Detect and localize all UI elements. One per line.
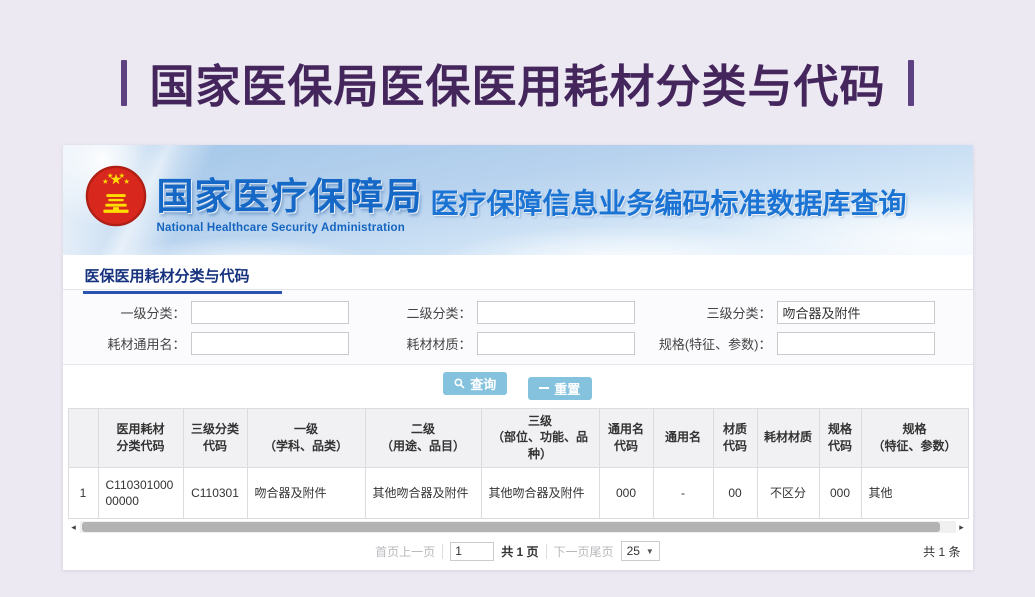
- cell-material-code: 00: [713, 467, 757, 518]
- scroll-left-icon[interactable]: ◂: [68, 521, 80, 533]
- form-button-row: 查询 重置: [63, 365, 973, 408]
- page-title-block: 国家医保局医保医用耗材分类与代码: [0, 0, 1035, 115]
- col-level3-code: 三级分类 代码: [183, 408, 247, 467]
- total-records-label: 共 1 条: [923, 543, 960, 560]
- col-level1: 一级 （学科、品类）: [247, 408, 365, 467]
- level1-category-input[interactable]: [191, 301, 349, 324]
- cell-row-number: 1: [68, 467, 98, 518]
- scrollbar-thumb[interactable]: [82, 522, 940, 532]
- col-material: 耗材材质: [757, 408, 819, 467]
- org-name-en: National Healthcare Security Administrat…: [157, 222, 423, 234]
- cell-spec: 其他: [861, 467, 968, 518]
- col-level3: 三级 （部位、功能、品种）: [481, 408, 599, 467]
- cell-material: 不区分: [757, 467, 819, 518]
- title-decorative-bar-left: [121, 60, 127, 106]
- col-spec-code: 规格 代码: [819, 408, 861, 467]
- page-title: 国家医保局医保医用耗材分类与代码: [149, 50, 885, 115]
- col-level2: 二级 （用途、品目）: [365, 408, 481, 467]
- last-page-link[interactable]: 尾页: [590, 543, 614, 560]
- level1-category-label: 一级分类：: [120, 303, 185, 322]
- page: 国家医保局医保医用耗材分类与代码: [0, 0, 1035, 570]
- search-form: 一级分类： 二级分类： 三级分类： 耗材通用名： 耗材材质：: [63, 290, 973, 365]
- pagination-bar: 首页 上一页 共 1 页 下一页 尾页 25 ▼ 共 1 条: [63, 534, 973, 570]
- national-emblem-icon: [85, 165, 147, 227]
- first-page-link[interactable]: 首页: [375, 543, 399, 560]
- tab-bar: 医保医用耗材分类与代码: [63, 255, 973, 290]
- site-header-banner: 国家医疗保障局 National Healthcare Security Adm…: [63, 145, 973, 255]
- cell-level2: 其他吻合器及附件: [365, 467, 481, 518]
- search-icon: [454, 378, 465, 389]
- specification-label: 规格(特征、参数)：: [659, 334, 772, 353]
- col-material-code: 材质 代码: [713, 408, 757, 467]
- col-spec: 规格 （特征、参数）: [861, 408, 968, 467]
- results-table: 医用耗材 分类代码 三级分类 代码 一级 （学科、品类） 二级 （用途、品目） …: [68, 408, 969, 520]
- page-size-select[interactable]: 25 ▼: [621, 541, 660, 561]
- col-common-name: 通用名: [653, 408, 713, 467]
- cell-level3: 其他吻合器及附件: [481, 467, 599, 518]
- level2-category-label: 二级分类：: [406, 303, 471, 322]
- main-panel: 国家医疗保障局 National Healthcare Security Adm…: [63, 145, 973, 570]
- col-consumable-code: 医用耗材 分类代码: [98, 408, 183, 467]
- query-button[interactable]: 查询: [443, 372, 507, 395]
- minus-icon: [539, 387, 549, 389]
- common-name-label: 耗材通用名：: [107, 334, 185, 353]
- material-label: 耗材材质：: [406, 334, 471, 353]
- field-level2-category: 二级分类：: [355, 301, 635, 324]
- specification-input[interactable]: [777, 332, 935, 355]
- page-size-value: 25: [627, 544, 640, 558]
- results-table-zone: 医用耗材 分类代码 三级分类 代码 一级 （学科、品类） 二级 （用途、品目） …: [68, 408, 968, 520]
- page-number-input[interactable]: [450, 542, 494, 561]
- reset-button-label: 重置: [554, 379, 580, 398]
- col-common-name-code: 通用名 代码: [599, 408, 653, 467]
- field-level1-category: 一级分类：: [69, 301, 349, 324]
- cell-common-name: -: [653, 467, 713, 518]
- tab-consumable-classification[interactable]: 医保医用耗材分类与代码: [83, 255, 282, 294]
- query-button-label: 查询: [470, 374, 496, 393]
- table-row[interactable]: 1 C11030100000000 C110301 吻合器及附件 其他吻合器及附…: [68, 467, 968, 518]
- cell-consumable-code: C11030100000000: [98, 467, 183, 518]
- org-name-cn: 国家医疗保障局: [157, 166, 423, 220]
- col-row-number: [68, 408, 98, 467]
- material-input[interactable]: [477, 332, 635, 355]
- reset-button[interactable]: 重置: [528, 377, 592, 400]
- cell-level3-code: C110301: [183, 467, 247, 518]
- org-name-block: 国家医疗保障局 National Healthcare Security Adm…: [157, 166, 423, 234]
- field-common-name: 耗材通用名：: [69, 332, 349, 355]
- horizontal-scrollbar: ◂ ▸: [68, 520, 968, 534]
- field-level3-category: 三级分类：: [641, 301, 935, 324]
- pagination-divider: [546, 544, 547, 559]
- level3-category-input[interactable]: [777, 301, 935, 324]
- scroll-right-icon[interactable]: ▸: [956, 521, 968, 533]
- pagination-divider: [442, 544, 443, 559]
- common-name-input[interactable]: [191, 332, 349, 355]
- level2-category-input[interactable]: [477, 301, 635, 324]
- cell-spec-code: 000: [819, 467, 861, 518]
- cell-level1: 吻合器及附件: [247, 467, 365, 518]
- next-page-link[interactable]: 下一页: [554, 543, 590, 560]
- level3-category-label: 三级分类：: [706, 303, 771, 322]
- field-material: 耗材材质：: [355, 332, 635, 355]
- scrollbar-track[interactable]: [80, 521, 956, 533]
- total-pages-label: 共 1 页: [501, 543, 538, 560]
- cell-common-name-code: 000: [599, 467, 653, 518]
- chevron-down-icon: ▼: [646, 547, 654, 556]
- prev-page-link[interactable]: 上一页: [399, 543, 435, 560]
- field-specification: 规格(特征、参数)：: [641, 332, 935, 355]
- title-decorative-bar-right: [908, 60, 914, 106]
- system-title: 医疗保障信息业务编码标准数据库查询: [431, 182, 907, 222]
- table-header-row: 医用耗材 分类代码 三级分类 代码 一级 （学科、品类） 二级 （用途、品目） …: [68, 408, 968, 467]
